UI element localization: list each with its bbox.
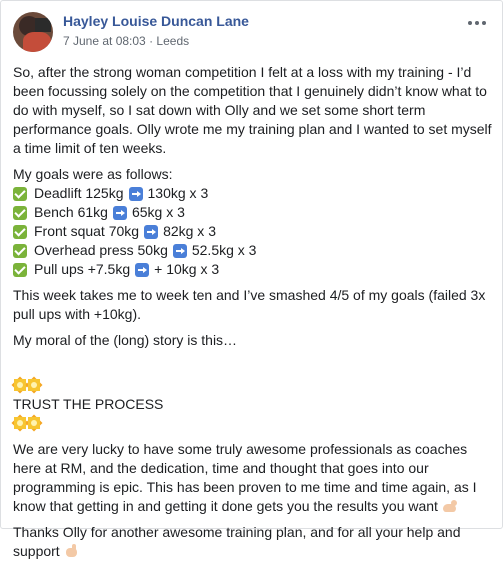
goal-to: 52.5kg x 3 — [191, 242, 257, 258]
result-paragraph: This week takes me to week ten and I’ve … — [13, 287, 486, 322]
goals-section: My goals were as follows: Deadlift 125kg… — [13, 165, 492, 279]
white-check-mark-icon — [13, 262, 27, 277]
author-name[interactable]: Hayley Louise Duncan Lane — [63, 13, 249, 29]
post-header: Hayley Louise Duncan Lane 7 June at 08:0… — [13, 9, 490, 53]
post-body: So, after the strong woman competition I… — [13, 63, 492, 568]
flexed-biceps-icon — [442, 499, 458, 513]
trust-text: TRUST THE PROCESS — [13, 396, 164, 412]
right-arrow-icon — [112, 205, 127, 220]
goal-item: Bench 61kg 65kg x 3 — [13, 203, 492, 222]
goal-from: Overhead press 50kg — [34, 242, 168, 258]
pointing-hand-icon — [64, 544, 79, 558]
white-check-mark-icon — [13, 205, 27, 220]
trust-paragraph: TRUST THE PROCESS — [13, 357, 492, 433]
right-arrow-icon — [135, 262, 150, 277]
meta-separator: · — [149, 34, 154, 48]
goal-from: Deadlift 125kg — [34, 185, 124, 201]
collision-icon — [27, 378, 41, 392]
white-check-mark-icon — [13, 186, 27, 201]
goal-from: Pull ups +7.5kg — [34, 261, 131, 277]
post-date[interactable]: 7 June at 08:03 — [63, 34, 146, 48]
goal-item: Overhead press 50kg 52.5kg x 3 — [13, 241, 492, 260]
goal-to: 130kg x 3 — [147, 185, 209, 201]
intro-paragraph: So, after the strong woman competition I… — [13, 64, 492, 156]
goal-item: Deadlift 125kg 130kg x 3 — [13, 184, 492, 203]
thanks-text: Thanks Olly for another awesome training… — [13, 524, 461, 559]
goal-item: Pull ups +7.5kg + 10kg x 3 — [13, 260, 492, 279]
author-avatar[interactable] — [13, 12, 53, 52]
right-arrow-icon — [172, 243, 187, 258]
goal-item: Front squat 70kg 82kg x 3 — [13, 222, 492, 241]
lucky-text: We are very lucky to have some truly awe… — [13, 441, 477, 514]
moral-paragraph: My moral of the (long) story is this… — [13, 332, 238, 348]
white-check-mark-icon — [13, 224, 27, 239]
collision-icon — [27, 416, 41, 430]
more-options-icon[interactable] — [468, 17, 488, 29]
goal-from: Front squat 70kg — [34, 223, 140, 239]
goal-to: 82kg x 3 — [163, 223, 216, 239]
post-location[interactable]: Leeds — [156, 34, 189, 48]
goals-heading: My goals were as follows: — [13, 166, 173, 182]
goal-to: 65kg x 3 — [131, 204, 185, 220]
right-arrow-icon — [128, 186, 143, 201]
goal-from: Bench 61kg — [34, 204, 108, 220]
white-check-mark-icon — [13, 243, 27, 258]
post-meta: 7 June at 08:03 · Leeds — [63, 34, 189, 48]
post-card: Hayley Louise Duncan Lane 7 June at 08:0… — [0, 0, 503, 559]
right-arrow-icon — [144, 224, 159, 239]
goal-to: + 10kg x 3 — [154, 261, 220, 277]
lucky-paragraph: We are very lucky to have some truly awe… — [13, 440, 492, 516]
